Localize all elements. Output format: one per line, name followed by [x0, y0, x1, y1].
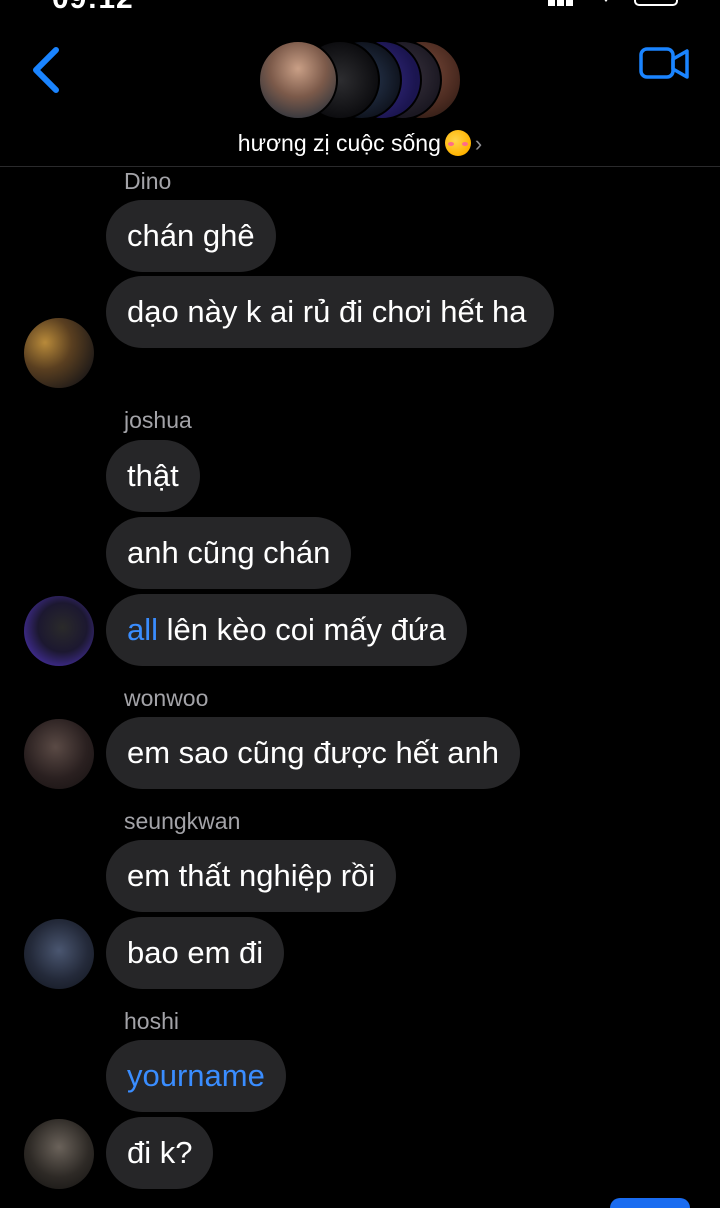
message-bubble[interactable]: thật — [106, 440, 200, 512]
mention-tag[interactable]: all — [127, 612, 158, 647]
chevron-right-icon: › — [474, 131, 483, 156]
message-text: lên kèo coi mấy đứa — [158, 612, 446, 647]
sender-name: seungkwan — [124, 808, 241, 834]
message-bubble[interactable]: yourname — [106, 1040, 286, 1112]
message-bubble[interactable]: bao em đi — [106, 917, 285, 989]
avatar[interactable] — [24, 596, 94, 666]
message-bubble[interactable]: all lên kèo coi mấy đứa — [106, 594, 467, 666]
avatar[interactable] — [24, 1119, 94, 1189]
avatar[interactable] — [24, 318, 94, 388]
sender-name: wonwoo — [124, 685, 209, 711]
sender-name: joshua — [124, 407, 192, 433]
scroll-to-bottom-button[interactable] — [610, 1198, 690, 1208]
message-bubble[interactable]: dạo này k ai rủ đi chơi hết ha — [106, 276, 554, 348]
group-avatar-main — [258, 40, 338, 120]
group-avatar-stack[interactable] — [258, 40, 462, 120]
smiling-face-with-hearts-icon — [444, 130, 471, 156]
mention-tag[interactable]: yourname — [127, 1058, 265, 1093]
message-bubble[interactable]: anh cũng chán — [106, 517, 352, 589]
avatar[interactable] — [24, 719, 94, 789]
message-bubble[interactable]: em thất nghiệp rồi — [106, 840, 397, 912]
group-name: hương zị cuộc sống — [237, 130, 441, 156]
message-bubble[interactable]: em sao cũng được hết anh — [106, 717, 520, 789]
video-camera-icon[interactable] — [638, 44, 690, 84]
chat-header: hương zị cuộc sống › — [0, 0, 720, 167]
sender-name: Dino — [124, 168, 172, 194]
avatar[interactable] — [24, 919, 94, 989]
message-bubble[interactable]: chán ghê — [106, 200, 276, 272]
group-title[interactable]: hương zị cuộc sống › — [0, 130, 720, 157]
chevron-left-icon[interactable] — [28, 44, 68, 96]
message-bubble[interactable]: đi k? — [106, 1117, 214, 1189]
sender-name: hoshi — [124, 1008, 179, 1034]
